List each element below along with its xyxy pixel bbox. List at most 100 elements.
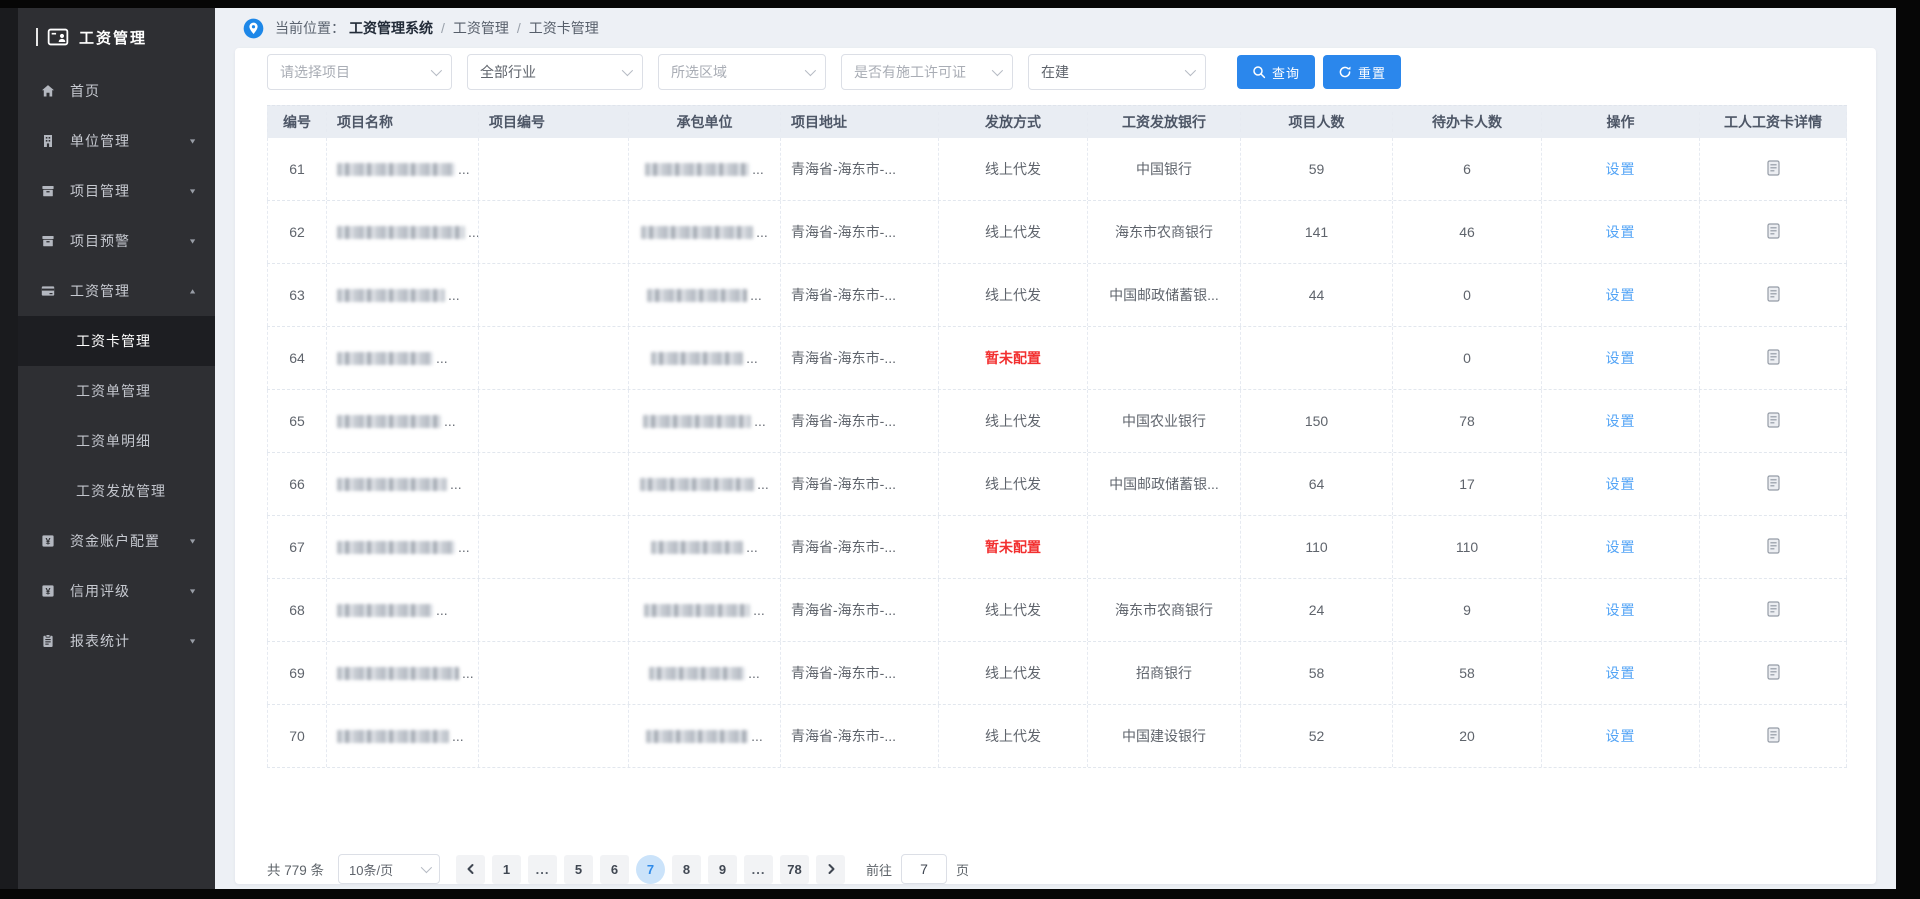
filter-select-1[interactable]: 全部行业	[467, 54, 643, 90]
cell-action: 设置	[1542, 579, 1700, 641]
cell-address: 青海省-海东市-...	[781, 516, 939, 578]
cell-no: 65	[267, 390, 327, 452]
sidebar-item-首页[interactable]: 首页	[18, 66, 215, 116]
next-page-button[interactable]	[816, 855, 845, 884]
cell-pay-mode: 线上代发	[939, 579, 1088, 641]
sidebar-subitem-工资卡管理[interactable]: 工资卡管理	[18, 316, 215, 366]
breadcrumb-separator: /	[517, 20, 521, 36]
filter-select-2[interactable]: 所选区域	[658, 54, 826, 90]
worker-card-detail-button[interactable]	[1767, 601, 1780, 620]
table-row: 64......青海省-海东市-...暂未配置0设置	[267, 327, 1847, 390]
cell-worker-card-detail	[1700, 705, 1847, 767]
filter-select-0[interactable]: 请选择项目	[267, 54, 452, 90]
settings-link[interactable]: 设置	[1606, 663, 1636, 683]
filter-select-value: 所选区域	[671, 62, 727, 82]
breadcrumb: 当前位置： 工资管理系统 / 工资管理 / 工资卡管理	[215, 8, 1896, 48]
cell-address: 青海省-海东市-...	[781, 138, 939, 200]
worker-card-detail-button[interactable]	[1767, 412, 1780, 431]
settings-link[interactable]: 设置	[1606, 474, 1636, 494]
pager-more-button[interactable]: ...	[744, 855, 773, 884]
worker-card-detail-button[interactable]	[1767, 538, 1780, 557]
svg-text:¥: ¥	[45, 536, 50, 546]
cell-project-name: ...	[327, 516, 479, 578]
cell-pay-mode: 线上代发	[939, 705, 1088, 767]
filter-select-value: 是否有施工许可证	[854, 62, 966, 82]
breadcrumb-item[interactable]: 工资卡管理	[529, 18, 599, 38]
worker-card-detail-button[interactable]	[1767, 223, 1780, 242]
prev-page-button[interactable]	[456, 855, 485, 884]
worker-card-detail-button[interactable]	[1767, 286, 1780, 305]
worker-card-detail-button[interactable]	[1767, 727, 1780, 746]
card-detail-icon	[1767, 601, 1780, 620]
cell-bank: 中国建设银行	[1088, 705, 1241, 767]
worker-card-detail-button[interactable]	[1767, 475, 1780, 494]
cell-no: 64	[267, 327, 327, 389]
sidebar-subitem-工资单明细[interactable]: 工资单明细	[18, 416, 215, 466]
content-card: 请选择项目 全部行业 所选区域 是否有施工许可证 在建 查询	[235, 48, 1876, 884]
column-header-项目名称: 项目名称	[327, 112, 479, 132]
cell-no: 62	[267, 201, 327, 263]
worker-card-detail-button[interactable]	[1767, 349, 1780, 368]
worker-card-detail-button[interactable]	[1767, 160, 1780, 179]
cell-action: 设置	[1542, 705, 1700, 767]
table-row: 69......青海省-海东市-...线上代发招商银行5858设置	[267, 642, 1847, 705]
settings-link[interactable]: 设置	[1606, 726, 1636, 746]
sidebar-item-工资管理[interactable]: 工资管理▲	[18, 266, 215, 316]
filter-select-4[interactable]: 在建	[1028, 54, 1206, 90]
search-icon	[1252, 65, 1266, 79]
cell-people-count: 64	[1241, 453, 1393, 515]
cell-project-name: ...	[327, 390, 479, 452]
filter-select-value: 请选择项目	[280, 62, 350, 82]
page-button-8[interactable]: 8	[672, 855, 701, 884]
search-button[interactable]: 查询	[1237, 55, 1315, 89]
salary-icon	[40, 283, 57, 300]
worker-card-detail-button[interactable]	[1767, 664, 1780, 683]
page-button-78[interactable]: 78	[780, 855, 809, 884]
page-button-1[interactable]: 1	[492, 855, 521, 884]
cell-people-count: 52	[1241, 705, 1393, 767]
reset-button[interactable]: 重置	[1323, 55, 1401, 89]
breadcrumb-item[interactable]: 工资管理	[453, 18, 509, 38]
cell-bank: 海东市农商银行	[1088, 579, 1241, 641]
sidebar-item-资金账户配置[interactable]: ¥资金账户配置▼	[18, 516, 215, 566]
page-button-9[interactable]: 9	[708, 855, 737, 884]
cell-worker-card-detail	[1700, 579, 1847, 641]
settings-link[interactable]: 设置	[1606, 222, 1636, 242]
settings-link[interactable]: 设置	[1606, 537, 1636, 557]
chevron-down-icon: ▼	[188, 137, 197, 145]
cell-project-code	[479, 705, 629, 767]
breadcrumb-root[interactable]: 工资管理系统	[349, 18, 433, 38]
pager-more-button[interactable]: ...	[528, 855, 557, 884]
settings-link[interactable]: 设置	[1606, 285, 1636, 305]
chevron-down-icon: ▼	[188, 187, 197, 195]
redacted-text	[647, 289, 747, 302]
page-button-7[interactable]: 7	[636, 855, 665, 884]
sidebar-item-单位管理[interactable]: 单位管理▼	[18, 116, 215, 166]
goto-page-input[interactable]	[901, 854, 947, 884]
settings-link[interactable]: 设置	[1606, 348, 1636, 368]
page-button-6[interactable]: 6	[600, 855, 629, 884]
cell-worker-card-detail	[1700, 453, 1847, 515]
sidebar-item-项目预警[interactable]: 项目预警▼	[18, 216, 215, 266]
settings-link[interactable]: 设置	[1606, 159, 1636, 179]
sidebar-item-label: 信用评级	[70, 581, 188, 601]
redacted-text	[643, 415, 751, 428]
settings-link[interactable]: 设置	[1606, 600, 1636, 620]
chevron-down-icon	[805, 65, 816, 76]
filter-select-3[interactable]: 是否有施工许可证	[841, 54, 1013, 90]
sidebar-subitem-工资单管理[interactable]: 工资单管理	[18, 366, 215, 416]
cell-address: 青海省-海东市-...	[781, 201, 939, 263]
redacted-text	[337, 478, 447, 491]
card-detail-icon	[1767, 223, 1780, 242]
sidebar-item-项目管理[interactable]: 项目管理▼	[18, 166, 215, 216]
settings-link[interactable]: 设置	[1606, 411, 1636, 431]
cell-pending-count: 6	[1393, 138, 1542, 200]
cell-contractor: ...	[629, 642, 781, 704]
sidebar-item-报表统计[interactable]: 报表统计▼	[18, 616, 215, 666]
page-size-select[interactable]: 10条/页	[338, 854, 440, 884]
sidebar-item-信用评级[interactable]: ¥信用评级▼	[18, 566, 215, 616]
page-button-5[interactable]: 5	[564, 855, 593, 884]
cell-project-code	[479, 516, 629, 578]
cell-action: 设置	[1542, 390, 1700, 452]
sidebar-subitem-工资发放管理[interactable]: 工资发放管理	[18, 466, 215, 516]
